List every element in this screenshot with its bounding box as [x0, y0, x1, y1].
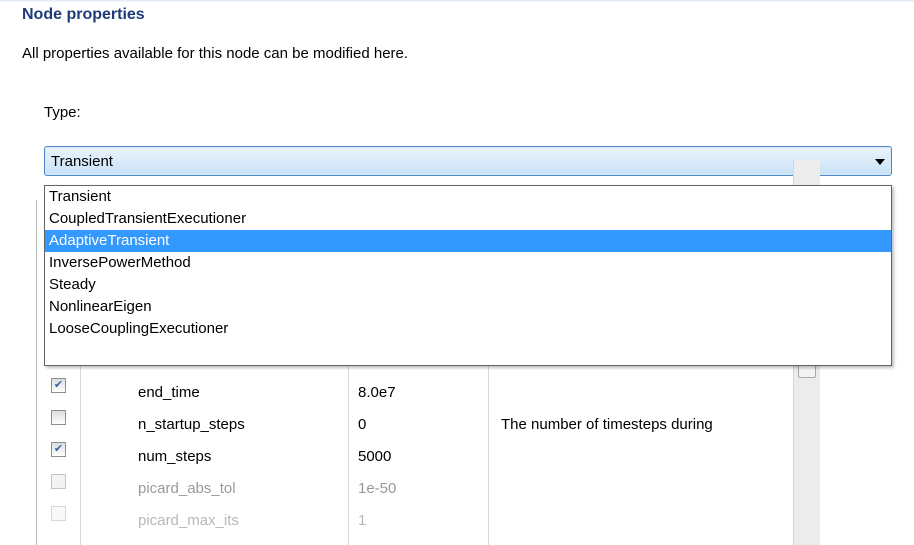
param-name: num_steps — [138, 448, 212, 465]
row-checkbox[interactable] — [51, 506, 66, 521]
dropdown-option-steady[interactable]: Steady — [45, 274, 891, 296]
param-value[interactable]: 8.0e7 — [358, 384, 396, 401]
param-value[interactable]: 1e-50 — [358, 480, 396, 497]
table-row[interactable]: ✔ num_steps 5000 — [38, 438, 793, 470]
row-checkbox[interactable]: ✔ — [51, 378, 66, 393]
param-name: end_time — [138, 384, 200, 401]
chevron-down-icon[interactable] — [875, 159, 885, 165]
dropdown-option-transient[interactable]: Transient — [45, 186, 891, 208]
row-checkbox[interactable] — [51, 474, 66, 489]
section-description: All properties available for this node c… — [22, 45, 409, 62]
dropdown-option-coupled-transient-executioner[interactable]: CoupledTransientExecutioner — [45, 208, 891, 230]
param-name: picard_max_its — [138, 512, 239, 529]
section-title: Node properties — [22, 6, 145, 23]
dropdown-option-adaptive-transient[interactable]: AdaptiveTransient — [45, 230, 891, 252]
type-label: Type: — [44, 104, 81, 121]
table-row[interactable]: ✔ end_time 8.0e7 — [38, 374, 793, 406]
check-icon: ✔ — [53, 443, 64, 455]
param-description: The number of timesteps during — [501, 416, 713, 433]
param-value[interactable]: 0 — [358, 416, 366, 433]
param-name: n_startup_steps — [138, 416, 245, 433]
table-row[interactable]: n_startup_steps 0 The number of timestep… — [38, 406, 793, 438]
param-name: picard_abs_tol — [138, 480, 236, 497]
node-properties-page: Node properties All properties available… — [0, 0, 914, 545]
row-checkbox[interactable]: ✔ — [51, 442, 66, 457]
type-dropdown-list[interactable]: Transient CoupledTransientExecutioner Ad… — [44, 185, 892, 366]
dropdown-option-inverse-power-method[interactable]: InversePowerMethod — [45, 252, 891, 274]
table-row[interactable]: picard_max_its 1 — [38, 502, 793, 534]
top-divider — [0, 0, 914, 2]
row-checkbox[interactable] — [51, 410, 66, 425]
check-icon: ✔ — [53, 379, 64, 391]
type-combobox[interactable]: Transient — [44, 146, 892, 176]
dropdown-option-nonlinear-eigen[interactable]: NonlinearEigen — [45, 296, 891, 318]
table-row[interactable]: picard_abs_tol 1e-50 — [38, 470, 793, 502]
param-value[interactable]: 1 — [358, 512, 366, 529]
param-value[interactable]: 5000 — [358, 448, 391, 465]
dropdown-option-loose-coupling-executioner[interactable]: LooseCouplingExecutioner — [45, 318, 891, 340]
type-combobox-value: Transient — [51, 153, 113, 170]
